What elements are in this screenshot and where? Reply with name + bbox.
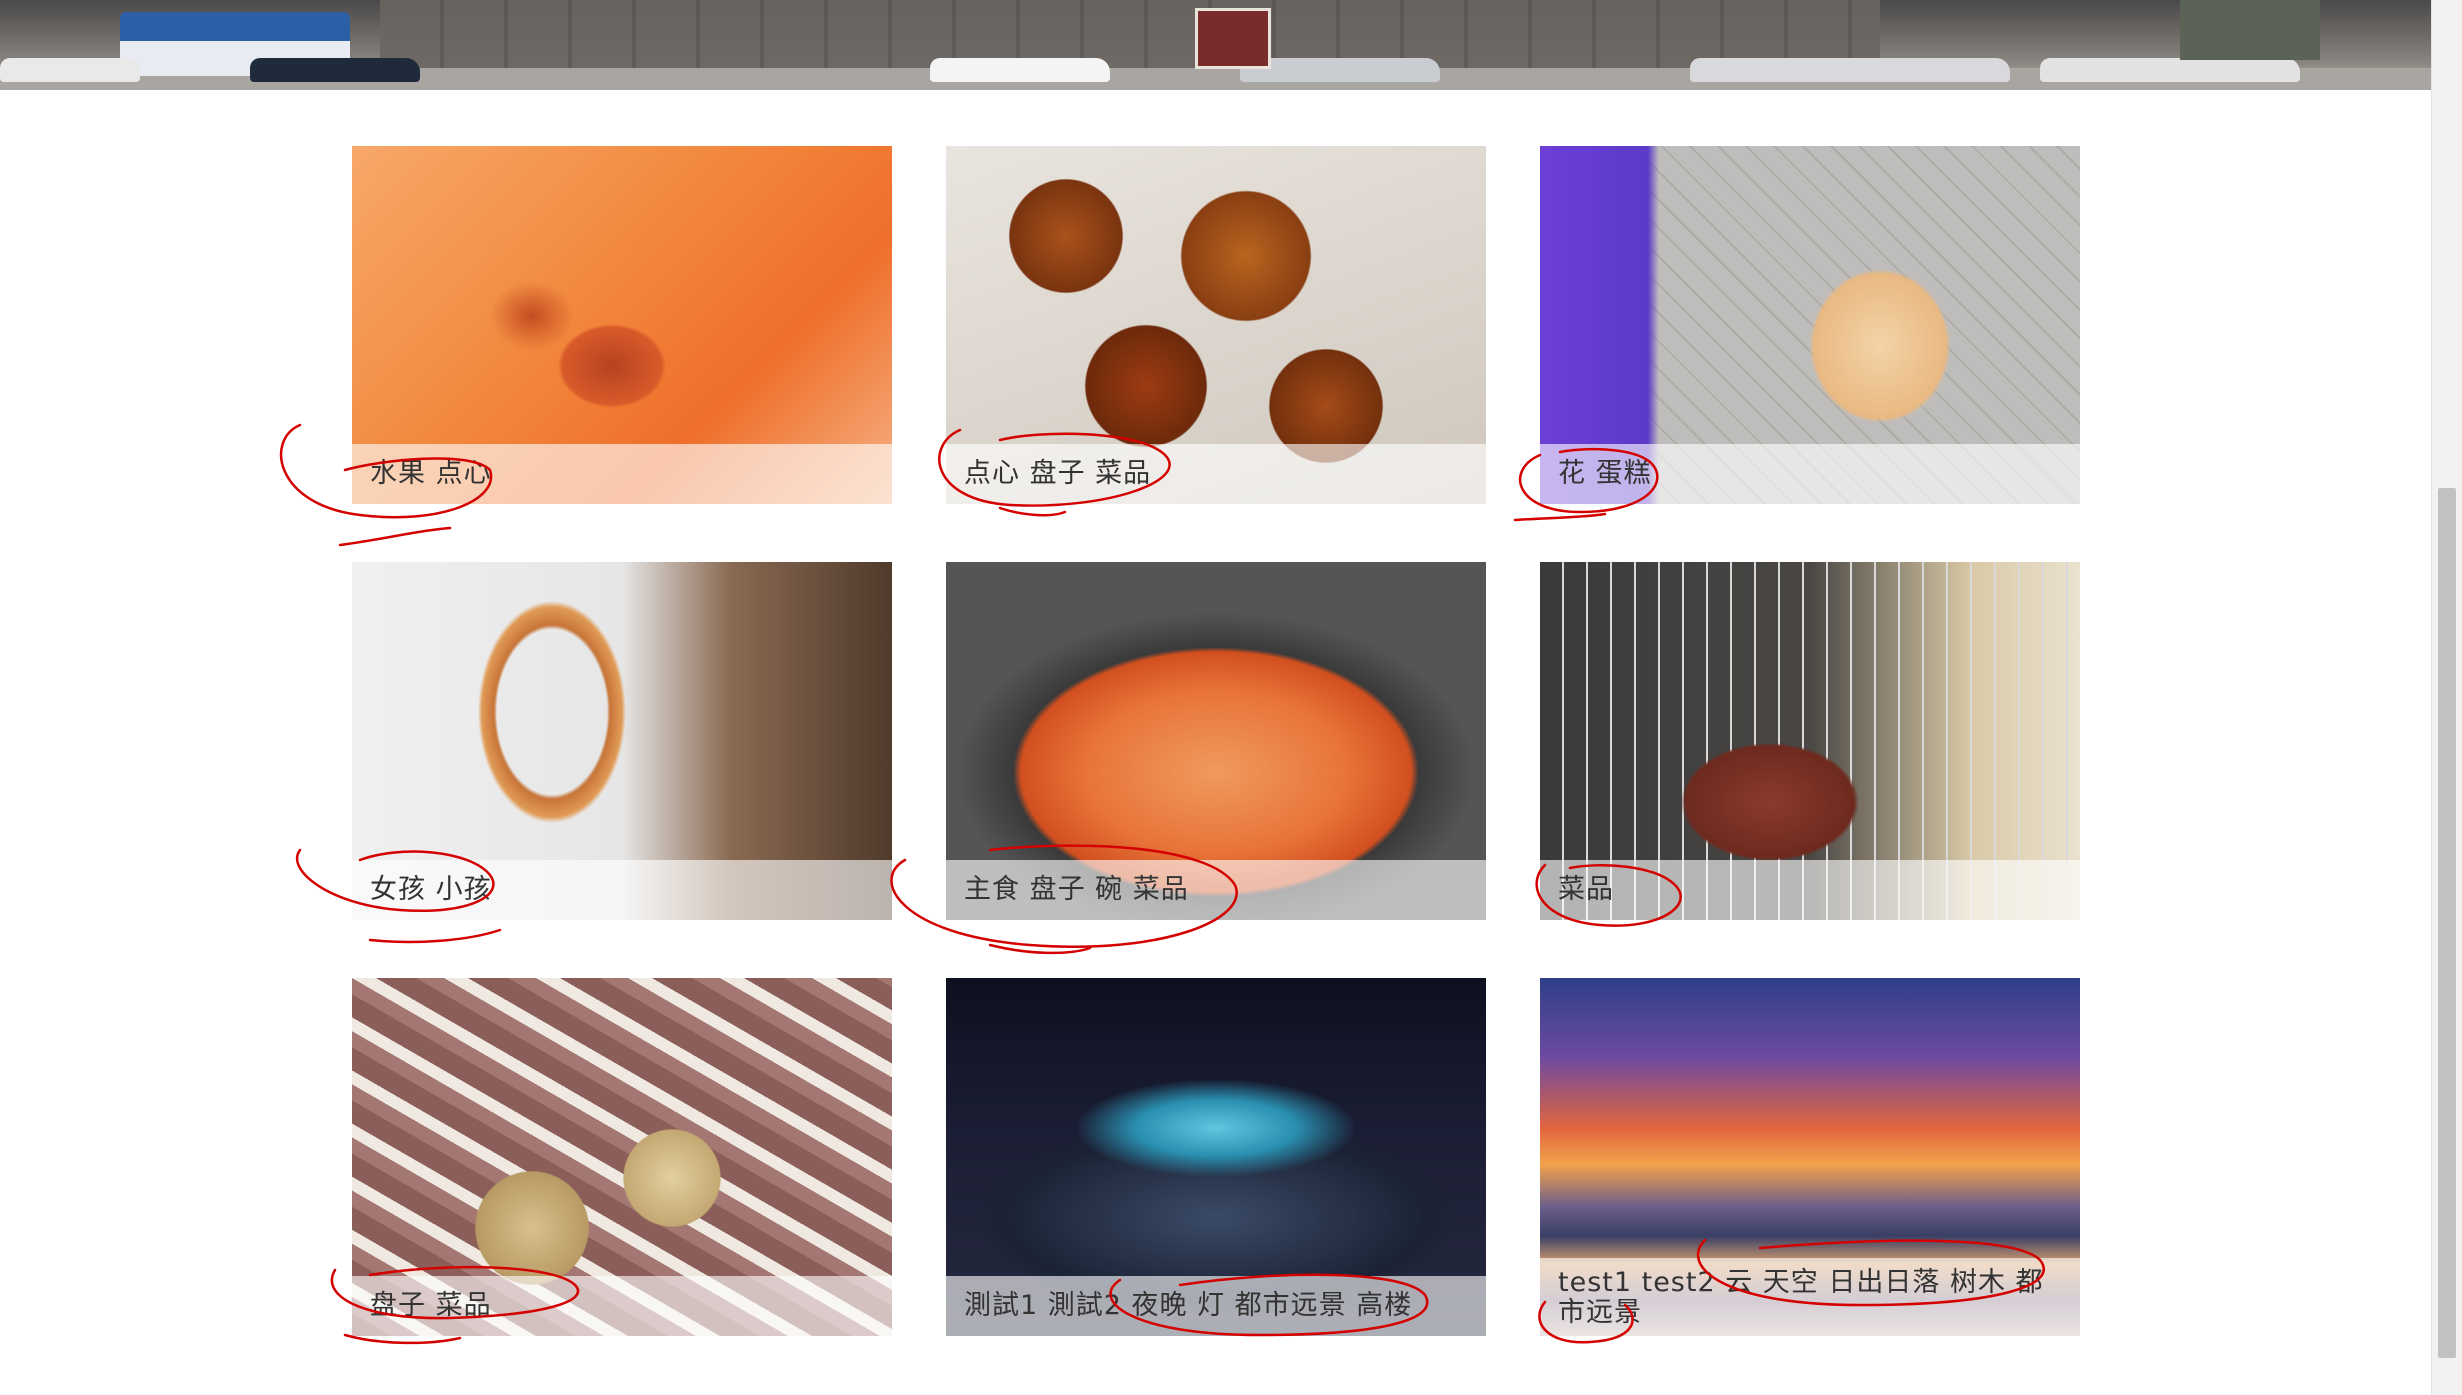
banner-car — [0, 58, 140, 82]
photo-card[interactable]: test1 test2 云 天空 日出日落 树木 都市远景 — [1540, 978, 2080, 1336]
photo-tags: 女孩 小孩 — [370, 874, 492, 905]
photo-card[interactable]: 盘子 菜品 — [352, 978, 892, 1336]
page: 水果 点心 点心 盘子 菜品 花 蛋糕 女孩 小孩 主食 盘子 碗 菜品 菜品 … — [0, 0, 2462, 1395]
photo-tags: 菜品 — [1558, 874, 1614, 905]
photo-card[interactable]: 女孩 小孩 — [352, 562, 892, 920]
photo-tags: test1 test2 云 天空 日出日落 树木 都市远景 — [1558, 1267, 2044, 1328]
photo-caption: 主食 盘子 碗 菜品 — [946, 860, 1486, 920]
photo-tags: 花 蛋糕 — [1558, 458, 1652, 489]
photo-card[interactable]: 花 蛋糕 — [1540, 146, 2080, 504]
banner-car — [250, 58, 420, 82]
photo-tags: 測試1 測試2 夜晚 灯 都市远景 高楼 — [964, 1290, 1413, 1321]
banner-car — [2040, 58, 2300, 82]
photo-caption: 水果 点心 — [352, 444, 892, 504]
banner-car — [1690, 58, 2010, 82]
scrollbar-thumb[interactable] — [2438, 488, 2456, 1358]
photo-card[interactable]: 菜品 — [1540, 562, 2080, 920]
photo-grid: 水果 点心 点心 盘子 菜品 花 蛋糕 女孩 小孩 主食 盘子 碗 菜品 菜品 … — [352, 146, 2080, 1336]
photo-caption: 花 蛋糕 — [1540, 444, 2080, 504]
photo-tags: 主食 盘子 碗 菜品 — [964, 874, 1189, 905]
banner-car — [930, 58, 1110, 82]
annotation-underline — [343, 1333, 462, 1345]
photo-caption: 菜品 — [1540, 860, 2080, 920]
page-scrollbar[interactable] — [2431, 0, 2462, 1395]
photo-caption: 盘子 菜品 — [352, 1276, 892, 1336]
photo-card[interactable]: 水果 点心 — [352, 146, 892, 504]
photo-tags: 水果 点心 — [370, 458, 492, 489]
photo-tags: 点心 盘子 菜品 — [964, 458, 1152, 489]
photo-caption: test1 test2 云 天空 日出日落 树木 都市远景 — [1540, 1258, 2080, 1336]
banner-stone-wall — [380, 0, 1880, 70]
photo-card[interactable]: 点心 盘子 菜品 — [946, 146, 1486, 504]
banner-signboard — [1195, 8, 1271, 69]
photo-caption: 点心 盘子 菜品 — [946, 444, 1486, 504]
header-banner-photo — [0, 0, 2432, 90]
banner-tree — [2180, 0, 2320, 60]
photo-caption: 女孩 小孩 — [352, 860, 892, 920]
photo-tags: 盘子 菜品 — [370, 1290, 492, 1321]
photo-caption: 測試1 測試2 夜晚 灯 都市远景 高楼 — [946, 1276, 1486, 1336]
photo-card[interactable]: 主食 盘子 碗 菜品 — [946, 562, 1486, 920]
photo-card[interactable]: 測試1 測試2 夜晚 灯 都市远景 高楼 — [946, 978, 1486, 1336]
